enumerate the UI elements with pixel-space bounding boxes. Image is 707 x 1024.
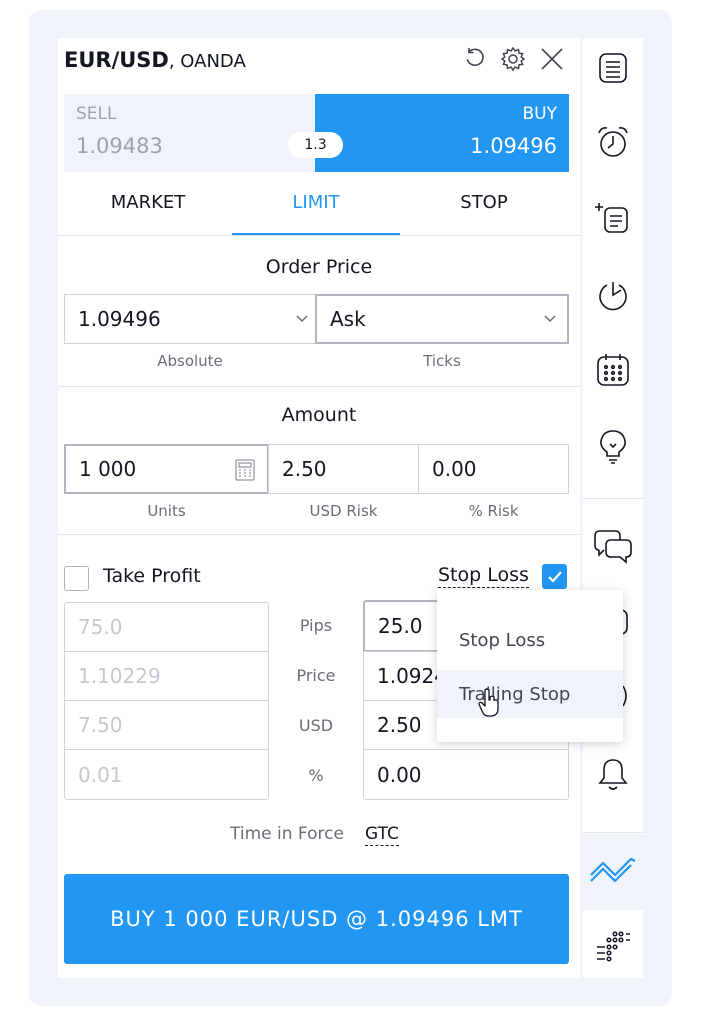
close-icon[interactable] [537,44,567,74]
units-label: Units [147,502,186,520]
chevron-down-icon [544,315,556,323]
watchlist-icon[interactable] [583,38,643,98]
take-profit-price-input[interactable]: 1.10229 [64,651,269,701]
data-window-icon[interactable] [583,266,643,326]
sl-usd-value: 2.50 [377,713,422,737]
stop-loss-checkbox[interactable] [542,564,567,589]
tab-limit[interactable]: LIMIT [232,188,400,236]
sell-price: 1.09483 [76,134,163,158]
symbol-title: EUR/USD, OANDA [64,48,246,72]
sell-label: SELL [76,104,117,124]
units-input[interactable]: 1 000 [64,444,269,494]
usd-label: USD [298,716,334,735]
tab-stop[interactable]: STOP [400,188,568,236]
divider [58,534,580,535]
time-in-force-label: Time in Force [230,824,344,844]
calculator-icon[interactable] [235,459,255,481]
usd-risk-input[interactable]: 2.50 [268,444,419,494]
toolbar-divider [583,498,643,499]
usd-risk-value: 2.50 [282,457,327,481]
menu-item-trailing-stop[interactable]: Trailing Stop [437,670,623,718]
toolbar-divider [583,832,643,833]
pips-label: Pips [299,616,333,635]
usd-risk-label: USD Risk [309,502,378,520]
order-price-input[interactable]: 1.09496 [64,294,316,344]
ideas-lightbulb-icon[interactable] [583,416,643,476]
buy-label: BUY [522,104,558,124]
buy-button[interactable]: BUY 1.09496 [315,94,569,172]
order-price-title: Order Price [265,256,373,278]
hotlist-icon[interactable] [583,188,643,248]
settings-gear-icon[interactable] [498,44,528,74]
take-profit-label[interactable]: Take Profit [103,565,201,587]
check-icon [547,570,562,583]
sell-button[interactable]: SELL 1.09483 [64,94,316,172]
stop-loss-percent-input[interactable]: 0.00 [363,749,569,800]
ticks-label: Ticks [423,352,461,370]
stop-loss-type-dropdown[interactable]: Stop Loss [438,564,529,588]
place-order-button[interactable]: BUY 1 000 EUR/USD @ 1.09496 LMT [64,874,569,964]
hand-cursor-icon [478,688,499,717]
take-profit-usd-input[interactable]: 7.50 [64,700,269,750]
take-profit-percent-input[interactable]: 0.01 [64,749,269,800]
sl-pips-value: 25.0 [378,614,423,638]
price-mode-select[interactable]: Ask [315,294,569,344]
tp-usd-value: 7.50 [78,713,123,737]
stop-loss-type-menu: Stop Loss Trailing Stop [437,590,623,742]
tp-price-value: 1.10229 [78,664,161,688]
take-profit-pips-input[interactable]: 75.0 [64,602,269,652]
divider [58,235,580,236]
chats-icon[interactable] [583,516,643,576]
notifications-bell-icon[interactable] [583,744,643,804]
buy-price: 1.09496 [470,134,557,158]
percent-risk-label: % Risk [468,502,519,520]
right-toolbar [583,38,643,978]
tp-pips-value: 75.0 [78,615,123,639]
trading-panel-icon[interactable] [583,834,643,910]
order-panel: EUR/USD, OANDA SELL 1.09483 BUY 1.09496 … [58,38,580,978]
divider [58,386,580,387]
percent-risk-value: 0.00 [432,457,477,481]
symbol-name: EUR/USD [64,48,169,72]
depth-of-market-icon[interactable] [583,916,643,976]
percent-risk-input[interactable]: 0.00 [418,444,569,494]
alarm-clock-icon[interactable] [583,112,643,172]
order-price-value: 1.09496 [78,307,161,331]
sl-percent-value: 0.00 [377,762,422,787]
tp-percent-value: 0.01 [78,762,123,787]
menu-item-stop-loss[interactable]: Stop Loss [437,616,623,664]
broker-name: , OANDA [168,51,246,72]
calendar-icon[interactable] [583,340,643,400]
take-profit-checkbox[interactable] [64,566,89,591]
chevron-down-icon [296,315,308,323]
tab-market[interactable]: MARKET [64,188,232,236]
spread-badge: 1.3 [288,132,343,158]
absolute-label: Absolute [157,352,223,370]
reset-icon[interactable] [460,44,490,74]
price-label: Price [296,666,336,685]
percent-label: % [308,766,324,785]
price-mode-value: Ask [330,307,366,331]
amount-title: Amount [281,404,357,426]
time-in-force-dropdown[interactable]: GTC [365,824,399,846]
units-value: 1 000 [79,457,137,481]
